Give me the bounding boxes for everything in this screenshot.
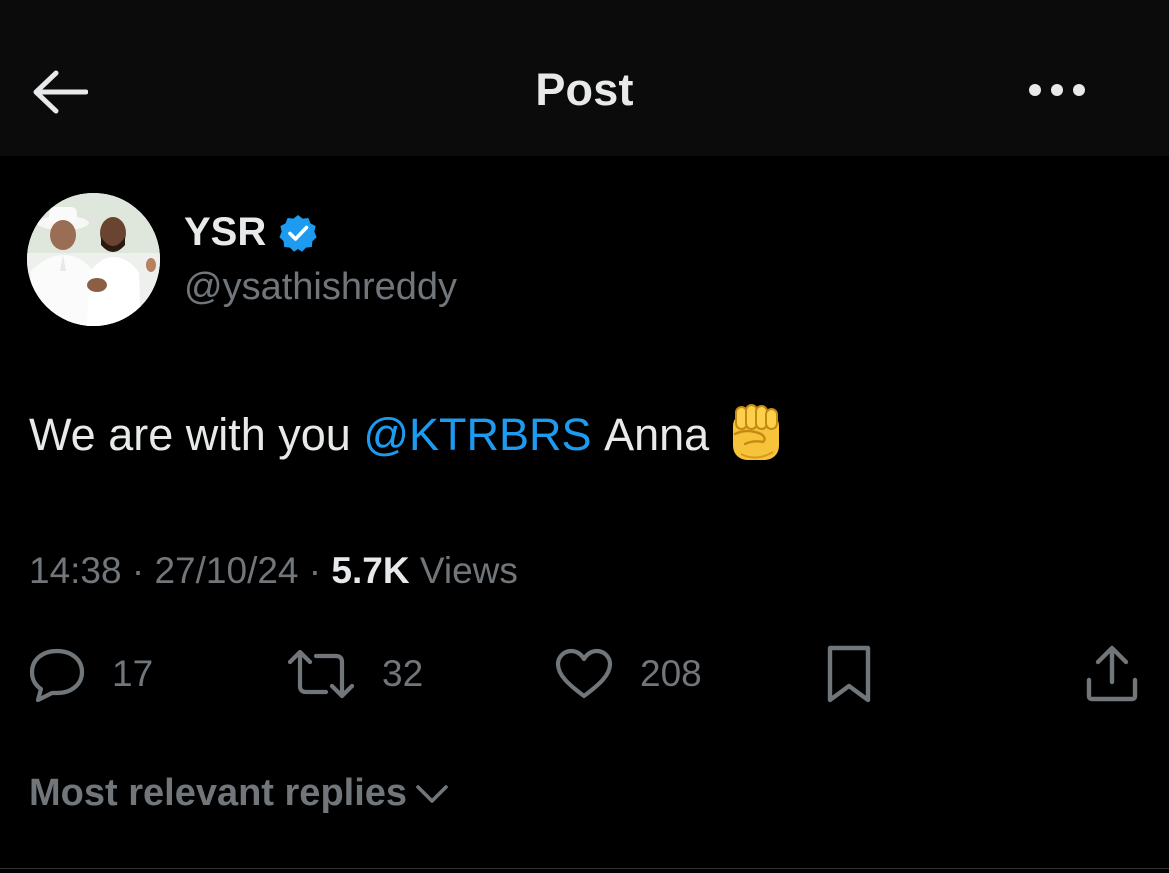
like-count: 208 (640, 653, 702, 694)
views-label[interactable]: Views (420, 550, 518, 591)
post-text-end: Anna (604, 409, 710, 460)
like-button[interactable]: 208 (554, 644, 702, 704)
repost-icon (287, 649, 355, 699)
bookmark-button[interactable] (824, 644, 874, 704)
mention-link[interactable]: @KTRBRS (363, 409, 591, 461)
post-meta: 14:38 · 27/10/24 · 5.7K Views (29, 550, 518, 592)
post-date: 27/10/24 (154, 550, 299, 591)
top-bar: Post (0, 0, 1169, 156)
reply-icon (29, 648, 85, 702)
avatar-photo (27, 193, 160, 326)
more-options-button[interactable] (1020, 70, 1094, 110)
verified-badge-icon (279, 214, 317, 252)
divider (0, 868, 1169, 869)
avatar[interactable] (27, 193, 160, 326)
post-screen: Post YSR @ysathishreddy We are with you … (0, 0, 1169, 873)
reply-count: 17 (112, 653, 154, 694)
raised-fist-emoji-icon (733, 404, 780, 460)
post-time: 14:38 (29, 550, 122, 591)
author-name[interactable]: YSR (184, 210, 266, 255)
post-text: We are with you @KTRBRS Anna (29, 404, 785, 466)
post-text-start: We are with you (29, 409, 351, 460)
repost-count: 32 (382, 653, 424, 694)
meta-separator: · (131, 550, 145, 591)
author-handle[interactable]: @ysathishreddy (184, 266, 457, 309)
bookmark-icon (827, 645, 871, 703)
share-button[interactable] (1084, 644, 1140, 704)
meta-separator: · (308, 550, 322, 591)
heart-icon (555, 648, 613, 699)
repost-button[interactable]: 32 (286, 644, 423, 704)
chevron-down-icon (416, 784, 448, 803)
replies-sort-dropdown[interactable]: Most relevant replies (29, 772, 449, 815)
page-title: Post (535, 64, 634, 115)
more-horizontal-icon (1029, 84, 1085, 96)
replies-sort-label: Most relevant replies (29, 772, 408, 814)
author-name-row[interactable]: YSR (184, 210, 318, 255)
reply-button[interactable]: 17 (28, 644, 153, 704)
views-count[interactable]: 5.7K (331, 550, 409, 591)
share-icon (1086, 645, 1138, 702)
